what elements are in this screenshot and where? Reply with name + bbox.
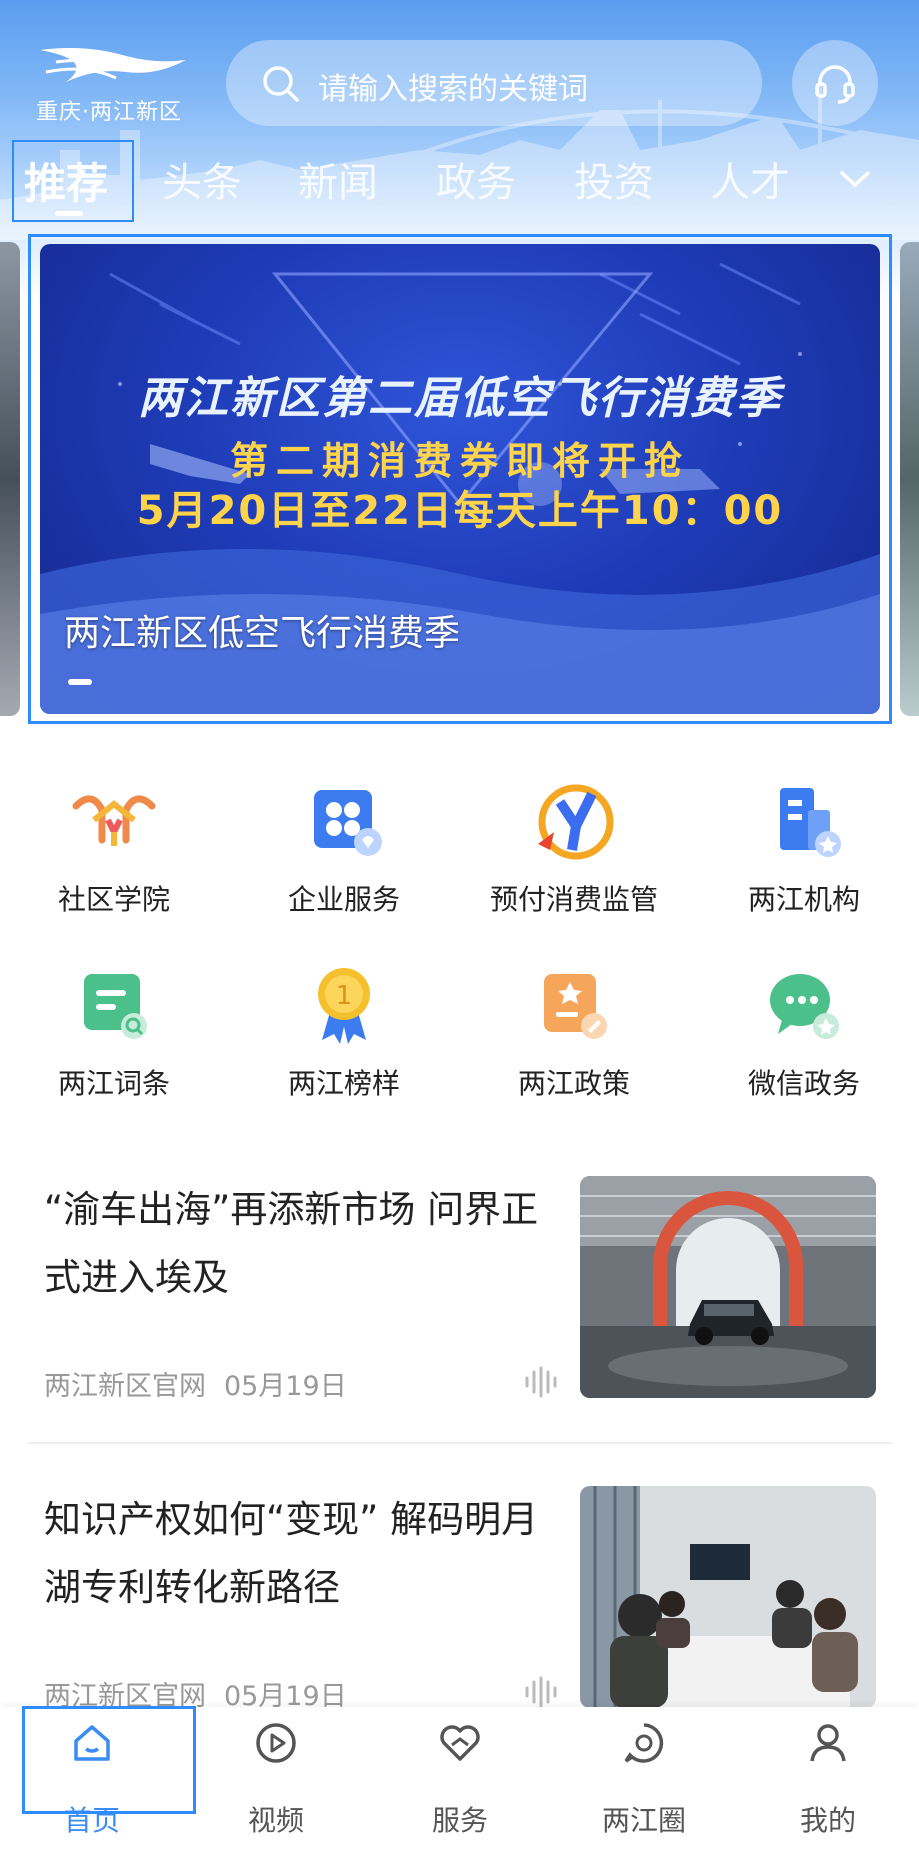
carousel-prev-peek: [0, 242, 20, 716]
search-bar[interactable]: 请输入搜索的关键词: [226, 40, 762, 126]
service-community-college[interactable]: 社区学院: [14, 780, 214, 930]
search-placeholder: 请输入搜索的关键词: [318, 72, 588, 107]
news-thumbnail: [580, 1486, 876, 1708]
community-college-icon: [72, 795, 156, 846]
circle-chat-icon: [624, 1723, 664, 1763]
service-label: 两江政策: [517, 1067, 630, 1100]
service-policy[interactable]: 两江政策: [474, 964, 674, 1114]
tab-government[interactable]: 政务: [436, 150, 516, 208]
service-role-models[interactable]: 1 两江榜样: [244, 964, 444, 1114]
audio-wave-icon[interactable]: [524, 1676, 560, 1708]
nav-circle[interactable]: 两江圈: [552, 1707, 736, 1864]
audio-wave-icon[interactable]: [524, 1366, 560, 1398]
chevron-down-icon[interactable]: [838, 168, 872, 190]
category-tabs: 推荐 头条 新闻 政务 投资 人才: [0, 140, 919, 220]
service-prepaid-supervision[interactable]: 预付消费监管: [474, 780, 674, 930]
nav-label: 我的: [799, 1804, 856, 1837]
tab-investment[interactable]: 投资: [574, 150, 654, 208]
search-icon: [263, 66, 299, 102]
tab-headlines[interactable]: 头条: [162, 150, 242, 208]
tab-active-indicator: [55, 211, 83, 216]
service-label: 企业服务: [287, 883, 400, 916]
news-divider: [28, 1442, 892, 1444]
service-label: 两江机构: [747, 883, 860, 916]
nav-label: 视频: [247, 1804, 304, 1837]
service-label: 微信政务: [747, 1067, 860, 1100]
svg-text:1: 1: [336, 981, 353, 1011]
service-institution[interactable]: 两江机构: [704, 780, 904, 930]
news-date: 05月19日: [224, 1371, 347, 1402]
nav-label: 两江圈: [601, 1804, 686, 1837]
wave-logo-icon: [40, 48, 186, 82]
news-title: “渝车出海”再添新市场 问界正式进入埃及: [44, 1188, 539, 1299]
user-icon: [810, 1724, 846, 1762]
news-item[interactable]: “渝车出海”再添新市场 问界正式进入埃及 两江新区官网 05月19日: [28, 1176, 892, 1402]
policy-icon: [544, 974, 607, 1039]
enterprise-service-icon: [314, 790, 382, 856]
service-glossary[interactable]: 两江词条: [14, 964, 214, 1114]
service-wechat-gov[interactable]: 微信政务: [704, 964, 904, 1114]
glossary-icon: [84, 974, 147, 1039]
service-label: 两江榜样: [287, 1067, 400, 1100]
app-screen: 重庆·两江新区 请输入搜索的关键词 推荐 头条 新闻 政务 投资 人才 两江新区…: [0, 0, 919, 1864]
logo-text: 重庆·两江新区: [36, 100, 182, 125]
news-title: 知识产权如何“变现” 解码明月湖专利转化新路径: [44, 1498, 539, 1609]
nav-video[interactable]: 视频: [184, 1707, 368, 1864]
nav-profile[interactable]: 我的: [736, 1707, 919, 1864]
nav-service[interactable]: 服务: [368, 1707, 552, 1864]
medal-icon: 1: [318, 968, 370, 1044]
tab-talent[interactable]: 人才: [710, 150, 790, 208]
institution-icon: [780, 788, 841, 857]
nav-focus-highlight: [22, 1706, 196, 1814]
tab-news[interactable]: 新闻: [298, 150, 378, 208]
news-source: 两江新区官网: [44, 1371, 206, 1402]
nav-label: 服务: [431, 1804, 488, 1837]
car-factory-image: [580, 1176, 876, 1398]
wechat-gov-icon: [770, 974, 839, 1039]
tab-focus-highlight: [12, 140, 134, 222]
news-meta: 两江新区官网 05月19日: [44, 1364, 365, 1403]
news-item[interactable]: 知识产权如何“变现” 解码明月湖专利转化新路径 两江新区官网 05月19日: [28, 1486, 892, 1712]
meeting-room-image: [580, 1486, 876, 1708]
video-play-icon: [256, 1723, 296, 1763]
headset-icon: [815, 65, 855, 104]
app-logo: 重庆·两江新区: [28, 42, 198, 125]
carousel-next-peek: [900, 242, 919, 716]
service-enterprise[interactable]: 企业服务: [244, 780, 444, 930]
prepaid-supervision-icon: [538, 784, 614, 860]
customer-service-button[interactable]: [792, 40, 878, 126]
service-label: 两江词条: [57, 1067, 170, 1100]
news-thumbnail: [580, 1176, 876, 1398]
service-label: 预付消费监管: [489, 883, 658, 916]
service-label: 社区学院: [57, 883, 170, 916]
banner-focus-highlight: [28, 234, 892, 724]
service-heart-icon: [440, 1725, 480, 1761]
